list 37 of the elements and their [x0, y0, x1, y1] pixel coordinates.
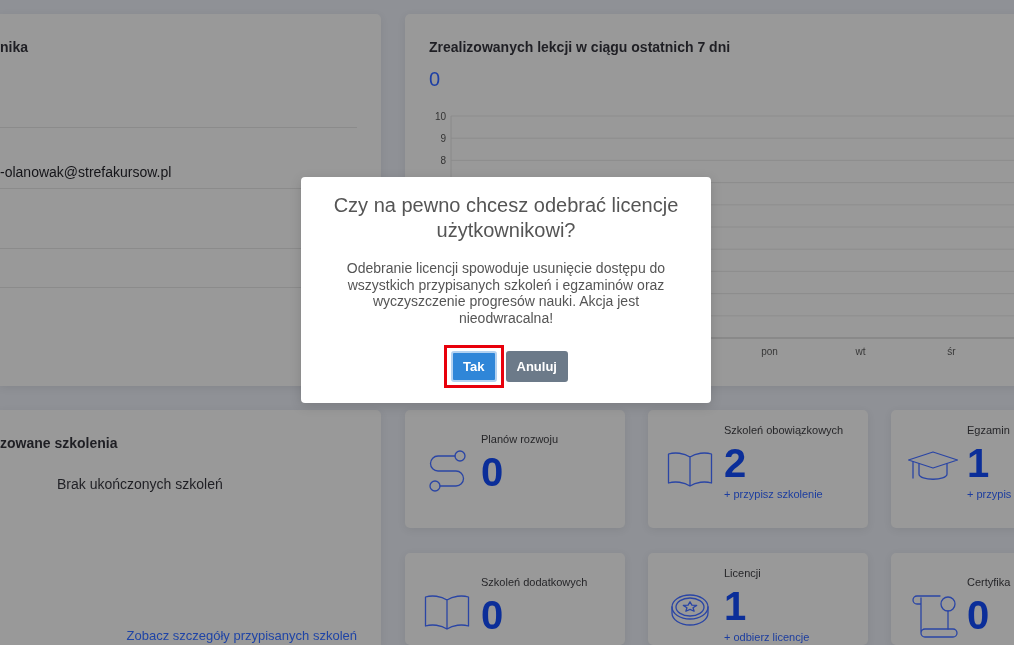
stat-value: 0 — [481, 595, 504, 635]
x-tick-label: wt — [855, 346, 866, 357]
dialog-message: Odebranie licencji spowoduje usunięcie dostępu do wszystkich przypisanych szkoleń i egzaminów oraz wyczyszczenie progresów nauki. Akcja jest nieodwracalna! — [345, 260, 667, 326]
route-icon — [427, 450, 467, 492]
y-tick-label: 8 — [440, 154, 446, 166]
x-tick-label: pon — [761, 346, 778, 357]
book-icon — [667, 450, 713, 488]
stat-link[interactable]: + przypis — [967, 487, 1012, 501]
details-link[interactable]: Zobacz szczegóły przypisanych szkoleń — [126, 627, 357, 645]
stat-label: Szkoleń obowiązkowych — [724, 423, 844, 437]
stat-value: 1 — [724, 586, 747, 626]
confirm-button[interactable]: Tak — [451, 351, 497, 382]
coin-star-icon — [670, 593, 710, 627]
stat-value: 0 — [481, 452, 504, 492]
stat-label: Egzamin — [967, 423, 1010, 437]
stat-label: Szkoleń dodatkowych — [481, 575, 588, 589]
stat-label: Certyfika — [967, 575, 1011, 589]
stat-label: Planów rozwoju — [481, 432, 559, 446]
book-icon — [424, 593, 470, 631]
x-tick-label: śr — [947, 346, 956, 357]
stat-value: 0 — [967, 595, 990, 635]
stat-link[interactable]: + odbierz licencje — [724, 630, 810, 644]
lesson-count: 0 — [429, 67, 441, 91]
stat-value: 1 — [967, 443, 990, 483]
cancel-button[interactable]: Anuluj — [505, 351, 568, 382]
stat-value: 2 — [724, 443, 747, 483]
card-title: zowane szkolenia — [0, 434, 118, 452]
graduation-cap-icon — [907, 450, 959, 482]
stat-link[interactable]: + przypisz szkolenie — [724, 487, 823, 501]
card-title: Zrealizowanych lekcji w ciągu ostatnich 7 dni — [429, 38, 731, 56]
dialog-title: Czy na pewno chcesz odebrać licencje użytkownikowi? — [332, 193, 680, 243]
email-value: -olanowak@strefakursow.pl — [0, 164, 172, 180]
stat-label: Licencji — [724, 566, 761, 580]
y-tick-label: 9 — [440, 132, 446, 144]
card-title: nika — [0, 38, 29, 56]
y-tick-label: 10 — [434, 110, 446, 122]
empty-message: Brak ukończonych szkoleń — [57, 475, 223, 493]
